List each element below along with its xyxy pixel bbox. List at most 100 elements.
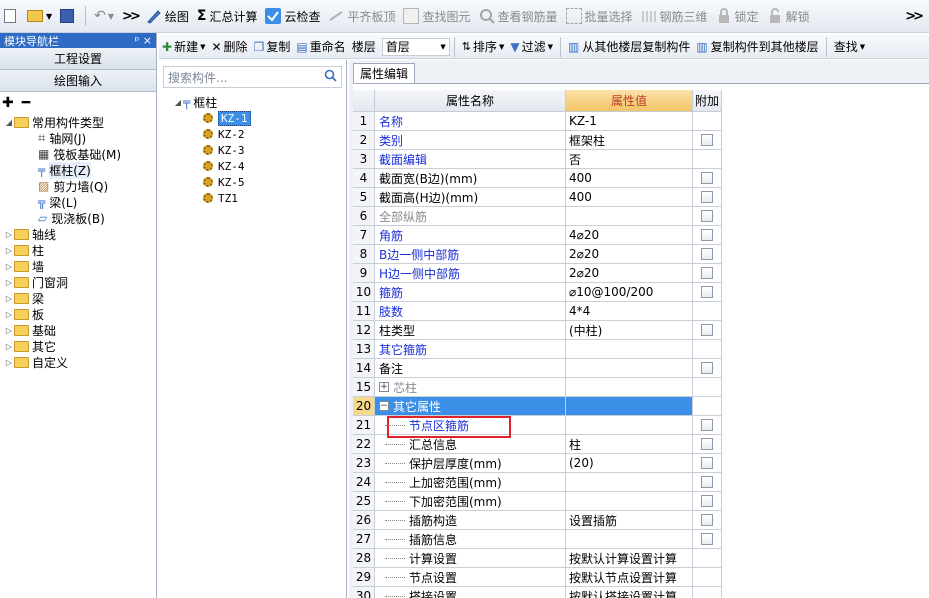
property-row[interactable]: 25 下加密范围(mm) <box>353 492 722 511</box>
property-name-cell[interactable]: B边一侧中部筋 <box>375 245 566 264</box>
property-value-cell[interactable] <box>566 207 693 226</box>
attach-checkbox[interactable] <box>701 248 713 260</box>
tree-root-frame-column[interactable]: ◢ ╤ 框柱 <box>159 94 346 110</box>
property-name-cell[interactable]: 计算设置 <box>375 549 566 568</box>
tree-node-shear-wall[interactable]: ▨ 剪力墙(Q) <box>0 178 156 194</box>
component-item[interactable]: KZ-3 <box>159 142 346 158</box>
attach-checkbox[interactable] <box>701 210 713 222</box>
delete-button[interactable]: ✕ 删除 <box>208 38 250 55</box>
property-name-cell[interactable]: 汇总信息 <box>375 435 566 454</box>
property-value-cell[interactable]: 400 <box>566 188 693 207</box>
tree-folder-door-window[interactable]: ▷ 门窗洞 <box>0 274 156 290</box>
property-name-cell[interactable]: 全部纵筋 <box>375 207 566 226</box>
cloud-check-button[interactable]: 云检查 <box>261 4 324 28</box>
property-name-cell[interactable]: 角筋 <box>375 226 566 245</box>
attach-checkbox[interactable] <box>701 533 713 545</box>
property-name-cell[interactable]: 截面宽(B边)(mm) <box>375 169 566 188</box>
property-row[interactable]: 2 类别 框架柱 <box>353 131 722 150</box>
property-name-cell[interactable]: 下加密范围(mm) <box>375 492 566 511</box>
property-value-cell[interactable]: 设置插筋 <box>566 511 693 530</box>
property-row[interactable]: 27 插筋信息 <box>353 530 722 549</box>
attach-checkbox[interactable] <box>701 438 713 450</box>
sort-button[interactable]: ⇅ 排序 ▼ <box>459 38 508 55</box>
property-value-cell[interactable]: 按默认搭接设置计算 <box>566 587 693 598</box>
property-value-cell[interactable]: ⌀10@100/200 <box>566 283 693 302</box>
attach-checkbox[interactable] <box>701 362 713 374</box>
property-row[interactable]: 22 汇总信息 柱 <box>353 435 722 454</box>
search-icon[interactable] <box>324 69 337 85</box>
property-row[interactable]: 6 全部纵筋 <box>353 207 722 226</box>
tree-folder-beam[interactable]: ▷ 梁 <box>0 290 156 306</box>
component-item[interactable]: TZ1 <box>159 190 346 206</box>
property-value-cell[interactable] <box>566 492 693 511</box>
property-name-cell[interactable]: 肢数 <box>375 302 566 321</box>
property-name-cell[interactable]: 上加密范围(mm) <box>375 473 566 492</box>
unlock-button[interactable]: 解锁 <box>763 4 814 28</box>
drawing-input-button[interactable]: 绘图输入 <box>0 70 156 92</box>
property-value-cell[interactable]: 2⌀20 <box>566 245 693 264</box>
filter-button[interactable]: ▼ 过滤 ▼ <box>507 38 556 55</box>
attach-checkbox[interactable] <box>701 134 713 146</box>
property-name-cell[interactable]: 柱类型 <box>375 321 566 340</box>
summary-calc-button[interactable]: Σ 汇总计算 <box>193 4 262 28</box>
find-element-button[interactable]: 查找图元 <box>399 4 474 28</box>
attach-checkbox[interactable] <box>701 419 713 431</box>
property-name-cell[interactable]: 保护层厚度(mm) <box>375 454 566 473</box>
tree-folder-axis-line[interactable]: ▷ 轴线 <box>0 226 156 242</box>
property-name-cell[interactable]: − 其它属性 <box>375 397 566 416</box>
toolbar-overflow-chevron-icon[interactable]: >> <box>118 9 142 24</box>
property-row[interactable]: 29 节点设置 按默认节点设置计算 <box>353 568 722 587</box>
property-value-cell[interactable]: (20) <box>566 454 693 473</box>
property-value-cell[interactable]: 2⌀20 <box>566 264 693 283</box>
attach-checkbox[interactable] <box>701 457 713 469</box>
open-file-button[interactable]: ▼ <box>23 4 56 28</box>
property-name-cell[interactable]: 节点区箍筋 <box>375 416 566 435</box>
copy-from-floor-button[interactable]: ▥ 从其他楼层复制构件 <box>565 38 693 55</box>
property-row[interactable]: 10 箍筋 ⌀10@100/200 <box>353 283 722 302</box>
property-row[interactable]: 24 上加密范围(mm) <box>353 473 722 492</box>
component-item[interactable]: KZ-1 <box>159 110 346 126</box>
property-row[interactable]: 5 截面高(H边)(mm) 400 <box>353 188 722 207</box>
attach-checkbox[interactable] <box>701 514 713 526</box>
attach-checkbox[interactable] <box>701 324 713 336</box>
component-search-input[interactable]: 搜索构件... <box>163 66 342 88</box>
property-row[interactable]: 26 插筋构造 设置插筋 <box>353 511 722 530</box>
property-row[interactable]: 20− 其它属性 <box>353 397 722 416</box>
align-top-button[interactable]: 平齐板顶 <box>324 4 399 28</box>
draw-button[interactable]: 绘图 <box>142 4 193 28</box>
tree-node-cast-slab[interactable]: ▱ 现浇板(B) <box>0 210 156 226</box>
tree-node-beam[interactable]: ╦ 梁(L) <box>0 194 156 210</box>
expand-all-icon[interactable]: ✚ <box>2 95 14 111</box>
property-row[interactable]: 12 柱类型 (中柱) <box>353 321 722 340</box>
property-row[interactable]: 3 截面编辑 否 <box>353 150 722 169</box>
attach-checkbox[interactable] <box>701 191 713 203</box>
pin-close-icon[interactable]: ᵖ × <box>135 34 152 47</box>
tree-folder-other[interactable]: ▷ 其它 <box>0 338 156 354</box>
copy-to-floor-button[interactable]: ▥ 复制构件到其他楼层 <box>693 38 821 55</box>
floor-select[interactable]: 首层 ▼ <box>381 37 450 56</box>
property-value-cell[interactable] <box>566 530 693 549</box>
property-row[interactable]: 13 其它箍筋 <box>353 340 722 359</box>
property-row[interactable]: 14 备注 <box>353 359 722 378</box>
property-value-cell[interactable] <box>566 416 693 435</box>
lock-button[interactable]: 锁定 <box>712 4 763 28</box>
rename-button[interactable]: ▤ 重命名 <box>293 38 348 55</box>
property-value-cell[interactable]: 柱 <box>566 435 693 454</box>
property-value-header[interactable]: 属性值 <box>566 90 693 112</box>
expand-icon[interactable]: + <box>379 382 389 392</box>
attach-checkbox[interactable] <box>701 229 713 241</box>
tree-node-frame-column[interactable]: ╤ 框柱(Z) <box>0 161 156 179</box>
tree-folder-slab[interactable]: ▷ 板 <box>0 306 156 322</box>
property-name-cell[interactable]: 备注 <box>375 359 566 378</box>
property-row[interactable]: 4 截面宽(B边)(mm) 400 <box>353 169 722 188</box>
attach-checkbox[interactable] <box>701 476 713 488</box>
property-row[interactable]: 21 节点区箍筋 <box>353 416 722 435</box>
property-value-cell[interactable] <box>566 473 693 492</box>
property-row[interactable]: 1 名称 KZ-1 <box>353 112 722 131</box>
property-value-cell[interactable] <box>566 340 693 359</box>
attach-checkbox[interactable] <box>701 286 713 298</box>
tree-folder-column[interactable]: ▷ 柱 <box>0 242 156 258</box>
collapse-all-icon[interactable]: ━ <box>22 95 30 111</box>
property-value-cell[interactable]: 按默认节点设置计算 <box>566 568 693 587</box>
property-row[interactable]: 30 搭接设置 按默认搭接设置计算 <box>353 587 722 598</box>
